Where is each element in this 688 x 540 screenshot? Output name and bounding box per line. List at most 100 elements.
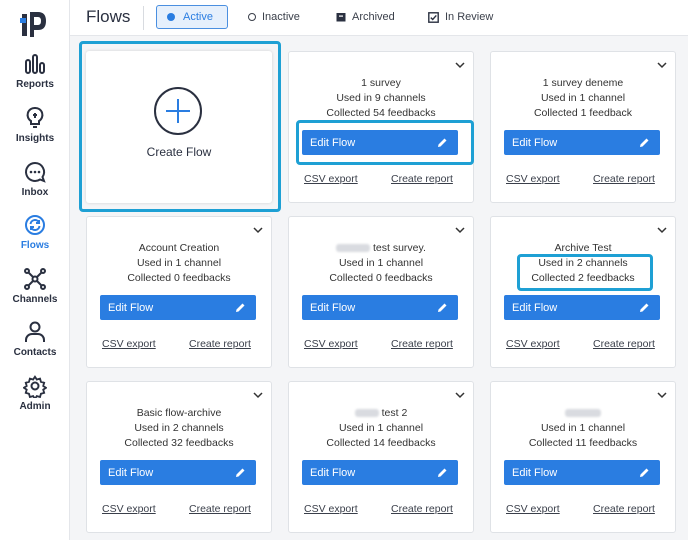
- flow-channels: Used in 1 channel: [136, 257, 222, 269]
- bar-chart-icon: [25, 54, 45, 74]
- sidebar-item-admin[interactable]: Admin: [0, 374, 70, 412]
- gear-icon: [23, 375, 47, 398]
- tab-inactive[interactable]: Inactive: [238, 5, 310, 29]
- flow-name: test 2: [381, 407, 408, 419]
- flow-channels: Used in 2 channels: [134, 422, 224, 434]
- chevron-down-icon[interactable]: [657, 60, 667, 70]
- flow-name: Basic flow-archive: [136, 407, 222, 419]
- checkbox-checked-icon: [428, 11, 439, 23]
- flow-feedbacks: Collected 1 feedback: [533, 107, 633, 119]
- chevron-down-icon[interactable]: [455, 225, 465, 235]
- csv-export-link[interactable]: CSV export: [102, 338, 156, 350]
- header: Flows Active Inactive Archived In Review: [70, 0, 688, 36]
- pencil-icon: [236, 303, 245, 312]
- edit-flow-label: Edit Flow: [512, 136, 558, 149]
- sidebar: Reports Insights Inbox Flows Channels Co…: [0, 0, 70, 540]
- chevron-down-icon[interactable]: [455, 60, 465, 70]
- tab-label: Active: [183, 11, 213, 23]
- create-report-link[interactable]: Create report: [593, 338, 655, 350]
- edit-flow-button[interactable]: Edit Flow: [302, 460, 458, 485]
- sidebar-item-label: Channels: [12, 294, 58, 305]
- create-report-link[interactable]: Create report: [189, 338, 251, 350]
- highlight-edit-flow: [296, 120, 474, 165]
- page-title: Flows: [86, 7, 131, 26]
- csv-export-link[interactable]: CSV export: [506, 503, 560, 515]
- person-icon: [25, 321, 45, 342]
- redacted-text: [565, 409, 601, 418]
- flows-cycle-icon: [25, 215, 45, 235]
- tab-label: In Review: [445, 11, 494, 23]
- redacted-text: [354, 409, 379, 418]
- sidebar-item-label: Insights: [15, 133, 55, 144]
- chevron-down-icon[interactable]: [253, 390, 263, 400]
- chevron-down-icon[interactable]: [657, 390, 667, 400]
- chevron-down-icon[interactable]: [657, 225, 667, 235]
- flow-channels: Used in 1 channel: [338, 422, 424, 434]
- flow-feedbacks: Collected 0 feedbacks: [329, 272, 433, 284]
- flow-feedbacks: Collected 14 feedbacks: [326, 437, 436, 449]
- csv-export-link[interactable]: CSV export: [304, 503, 358, 515]
- sidebar-item-label: Reports: [16, 79, 54, 90]
- redacted-text: [336, 244, 371, 253]
- edit-flow-button[interactable]: Edit Flow: [100, 295, 256, 320]
- tab-archived[interactable]: Archived: [326, 5, 405, 29]
- create-report-link[interactable]: Create report: [391, 338, 453, 350]
- pencil-icon: [438, 303, 447, 312]
- circle-outline-icon: [248, 13, 256, 21]
- create-report-link[interactable]: Create report: [593, 503, 655, 515]
- create-report-link[interactable]: Create report: [593, 173, 655, 185]
- sidebar-item-label: Inbox: [21, 187, 49, 198]
- flow-channels: Used in 9 channels: [336, 92, 426, 104]
- edit-flow-button[interactable]: Edit Flow: [504, 460, 660, 485]
- csv-export-link[interactable]: CSV export: [506, 338, 560, 350]
- edit-flow-label: Edit Flow: [310, 301, 356, 314]
- tab-label: Archived: [352, 11, 395, 23]
- flow-card: test survey. Used in 1 channel Collected…: [288, 216, 474, 368]
- flow-feedbacks: Collected 11 feedbacks: [528, 437, 638, 449]
- edit-flow-label: Edit Flow: [310, 466, 356, 479]
- sidebar-item-reports[interactable]: Reports: [0, 52, 70, 90]
- flow-name: test survey.: [373, 242, 426, 254]
- flow-feedbacks: Collected 32 feedbacks: [124, 437, 234, 449]
- sidebar-item-channels[interactable]: Channels: [0, 267, 70, 305]
- flow-feedbacks: Collected 0 feedbacks: [127, 272, 231, 284]
- sidebar-item-flows[interactable]: Flows: [0, 213, 70, 251]
- header-divider: [143, 6, 144, 30]
- create-report-link[interactable]: Create report: [391, 503, 453, 515]
- sidebar-item-label: Contacts: [13, 347, 57, 358]
- edit-flow-button[interactable]: Edit Flow: [302, 295, 458, 320]
- create-report-link[interactable]: Create report: [391, 173, 453, 185]
- edit-flow-button[interactable]: Edit Flow: [504, 295, 660, 320]
- edit-flow-label: Edit Flow: [108, 466, 154, 479]
- csv-export-link[interactable]: CSV export: [304, 338, 358, 350]
- csv-export-link[interactable]: CSV export: [506, 173, 560, 185]
- pencil-icon: [640, 303, 649, 312]
- edit-flow-label: Edit Flow: [512, 301, 558, 314]
- flow-card: Used in 1 channel Collected 11 feedbacks…: [490, 381, 676, 533]
- chevron-down-icon[interactable]: [253, 225, 263, 235]
- edit-flow-button[interactable]: Edit Flow: [504, 130, 660, 155]
- csv-export-link[interactable]: CSV export: [304, 173, 358, 185]
- flow-feedbacks: Collected 54 feedbacks: [326, 107, 436, 119]
- chat-bubble-icon: [25, 161, 46, 183]
- sidebar-item-insights[interactable]: Insights: [0, 106, 70, 144]
- flow-channels: Used in 1 channel: [540, 92, 626, 104]
- flow-card: Archive Test Used in 2 channels Collecte…: [490, 216, 676, 368]
- flow-card: Basic flow-archive Used in 2 channels Co…: [86, 381, 272, 533]
- chevron-down-icon[interactable]: [455, 390, 465, 400]
- tab-in-review[interactable]: In Review: [418, 5, 503, 29]
- csv-export-link[interactable]: CSV export: [102, 503, 156, 515]
- lightbulb-icon: [26, 107, 44, 128]
- sidebar-item-label: Admin: [19, 401, 51, 412]
- dot-icon: [167, 13, 175, 21]
- flow-card: 1 survey deneme Used in 1 channel Collec…: [490, 51, 676, 203]
- edit-flow-button[interactable]: Edit Flow: [100, 460, 256, 485]
- logo-icon: [20, 12, 46, 37]
- create-report-link[interactable]: Create report: [189, 503, 251, 515]
- flow-name: 1 survey deneme: [542, 77, 624, 89]
- sidebar-item-contacts[interactable]: Contacts: [0, 320, 70, 358]
- archive-box-icon: [336, 13, 346, 22]
- flow-name: Account Creation: [138, 242, 220, 254]
- sidebar-item-inbox[interactable]: Inbox: [0, 160, 70, 198]
- tab-active[interactable]: Active: [156, 5, 228, 29]
